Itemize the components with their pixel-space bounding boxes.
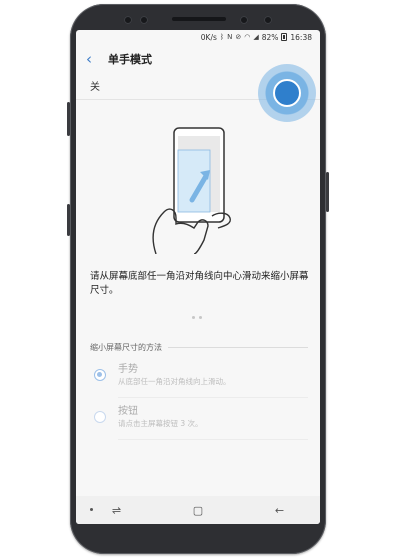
recents-icon[interactable]: ⇌: [112, 504, 121, 517]
option-title: 手势: [118, 364, 138, 375]
option-subtitle: 从底部任一角沿对角线向上滑动。: [118, 377, 231, 386]
battery-percent: 82%: [261, 32, 279, 42]
navigation-bar: ⇌ ▢ ←: [76, 496, 320, 524]
instruction-text: 请从屏幕底部任一角沿对角线向中心滑动来缩小屏幕尺寸。: [90, 271, 309, 296]
switch-label: 关: [90, 82, 100, 93]
sensor-icon: [124, 16, 132, 24]
sensor-icon: [264, 16, 272, 24]
hand-swipe-illustration: [152, 127, 231, 254]
option-button[interactable]: 按钮 请点击主屏幕按钮 3 次。: [90, 400, 308, 440]
nav-indicator-dot: [90, 508, 93, 511]
option-subtitle: 请点击主屏幕按钮 3 次。: [118, 419, 203, 428]
option-divider: [118, 397, 308, 398]
sensor-icon: [140, 16, 148, 24]
clock: 16:38: [290, 32, 312, 42]
option-gesture[interactable]: 手势 从底部任一角沿对角线向上滑动。: [90, 358, 308, 398]
home-icon[interactable]: ▢: [193, 504, 203, 517]
status-bar: 0K/s ᛒ N ⊘ ◠ ◢ 82% 16:38: [76, 30, 320, 44]
earpiece-speaker: [172, 17, 226, 21]
bluetooth-icon: ᛒ: [219, 33, 225, 41]
option-title: 按钮: [118, 406, 138, 417]
signal-icon: ◢: [253, 33, 259, 41]
switch-toggle-highlight[interactable]: [258, 64, 316, 122]
section-title: 缩小屏幕尺寸的方法: [90, 343, 162, 352]
option-divider: [118, 439, 308, 440]
chevron-left-icon[interactable]: ‹: [86, 51, 106, 67]
back-icon[interactable]: ←: [275, 504, 284, 517]
page-dot: [192, 316, 195, 319]
power-button: [326, 172, 329, 212]
page-title: 单手模式: [108, 53, 152, 66]
radio-gesture[interactable]: [94, 369, 106, 381]
camera-icon: [240, 16, 248, 24]
section-divider: [168, 347, 308, 348]
net-speed: 0K/s: [200, 32, 217, 42]
battery-icon: [281, 33, 288, 41]
volume-button: [67, 102, 70, 136]
mute-icon: ⊘: [235, 33, 242, 41]
page-indicator: [192, 316, 208, 320]
wifi-icon: ◠: [244, 33, 251, 41]
bixby-button: [67, 204, 70, 236]
nfc-icon: N: [227, 33, 233, 41]
page-dot: [199, 316, 202, 319]
toggle-icon: [273, 79, 301, 107]
section-header: 缩小屏幕尺寸的方法: [90, 342, 308, 353]
radio-button[interactable]: [94, 411, 106, 423]
